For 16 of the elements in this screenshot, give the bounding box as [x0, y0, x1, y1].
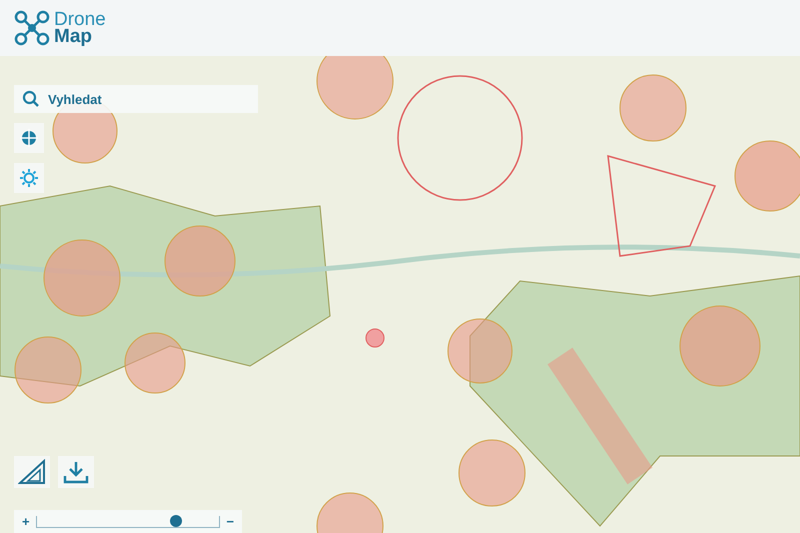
locate-button[interactable] — [14, 123, 44, 153]
download-button[interactable] — [58, 456, 94, 488]
download-icon — [63, 460, 89, 484]
logo-text: Map — [54, 28, 93, 45]
ruler-triangle-icon — [18, 459, 46, 485]
settings-icon — [20, 169, 38, 187]
search-icon — [22, 90, 40, 108]
crosshair-icon — [20, 129, 38, 147]
logo-text: Drone — [54, 11, 106, 28]
measure-button[interactable] — [14, 456, 50, 488]
settings-button[interactable] — [14, 163, 44, 193]
zoom-out-button[interactable]: − — [226, 515, 234, 528]
zoom-slider-thumb[interactable] — [170, 514, 182, 526]
drone-logo-icon — [14, 10, 50, 46]
search-field[interactable]: Vyhledat — [14, 85, 258, 113]
zoom-in-button[interactable]: + — [22, 515, 30, 528]
